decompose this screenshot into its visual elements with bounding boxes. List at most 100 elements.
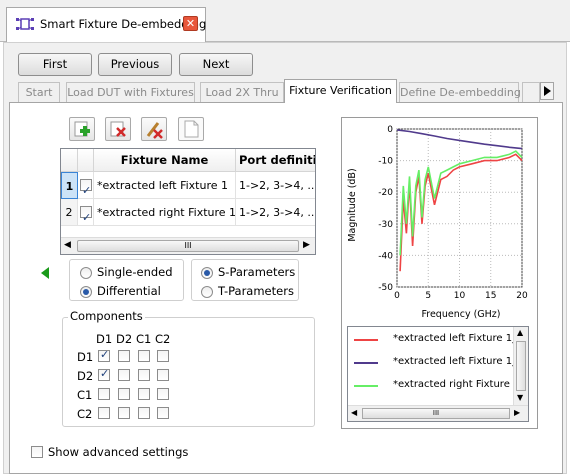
remove-fixture-button[interactable] bbox=[105, 117, 131, 141]
x-tick-label: 15 bbox=[485, 291, 496, 301]
component-checkbox-d1-d1[interactable] bbox=[98, 348, 110, 362]
table-cell-port-definition[interactable]: 1->2, 3->4, .... bbox=[236, 172, 315, 199]
fixture-icon bbox=[16, 18, 34, 30]
scroll-thumb[interactable]: III bbox=[77, 240, 299, 252]
add-fixture-button[interactable] bbox=[69, 117, 95, 141]
table-cell-port-definition[interactable]: 1->2, 3->4, .... bbox=[236, 199, 315, 226]
component-checkbox-c1-d2[interactable] bbox=[118, 388, 130, 400]
tab-scroll-right-button[interactable] bbox=[540, 82, 554, 100]
collapse-arrow-icon[interactable] bbox=[40, 266, 50, 280]
legend-vertical-scrollbar[interactable]: ▲ ▼ bbox=[513, 327, 528, 405]
component-col-label: C2 bbox=[155, 332, 171, 346]
x-tick-label: 20 bbox=[516, 291, 528, 301]
previous-button-label: Previous bbox=[110, 57, 160, 71]
y-tick-label: -30 bbox=[378, 220, 393, 230]
document-tab-title: Smart Fixture De-embedding bbox=[40, 17, 207, 31]
s-parameters-radio[interactable] bbox=[201, 267, 213, 279]
legend-item[interactable]: *extracted left Fixture 1_SD bbox=[348, 353, 513, 375]
parameter-type-group: S-Parameters T-Parameters bbox=[191, 259, 299, 301]
t-parameters-radio[interactable] bbox=[201, 286, 213, 298]
remove-fixture-icon bbox=[110, 121, 126, 137]
component-checkbox-c1-d1[interactable] bbox=[98, 388, 110, 400]
single-ended-label: Single-ended bbox=[97, 265, 173, 279]
component-row-label: C1 bbox=[77, 388, 93, 402]
component-checkbox-d2-c2[interactable] bbox=[157, 369, 169, 381]
table-cell-fixture-name[interactable]: *extracted left Fixture 1 bbox=[94, 172, 236, 199]
tab-define-de-embedding[interactable]: Define De-embedding bbox=[399, 82, 521, 102]
component-checkbox-c2-d2[interactable] bbox=[118, 407, 130, 419]
scroll-left-icon[interactable]: ◀ bbox=[351, 408, 357, 417]
legend-scroll-hthumb[interactable]: III bbox=[362, 408, 510, 419]
component-checkbox-d2-d1[interactable] bbox=[98, 367, 110, 381]
close-icon[interactable]: ✕ bbox=[183, 16, 198, 31]
first-button-label: First bbox=[42, 57, 68, 71]
y-tick-label: 0 bbox=[387, 125, 393, 135]
component-checkbox-d2-c1[interactable] bbox=[138, 369, 150, 381]
table-corner bbox=[61, 149, 78, 172]
component-checkbox-d2-d2[interactable] bbox=[118, 369, 130, 381]
legend-swatch bbox=[354, 385, 378, 387]
table-horizontal-scrollbar[interactable]: ◀ III ▶ bbox=[61, 237, 315, 254]
row-checkbox[interactable] bbox=[80, 204, 92, 225]
tab-overflow bbox=[522, 82, 540, 102]
row-checkbox[interactable] bbox=[80, 177, 92, 198]
legend-horizontal-scrollbar[interactable]: ◀ III ▶ bbox=[348, 405, 528, 421]
legend-item[interactable]: *extracted left Fixture 1_SD bbox=[348, 330, 513, 352]
legend-label: *extracted left Fixture 1_SD bbox=[393, 356, 513, 367]
single-ended-radio[interactable] bbox=[80, 267, 92, 279]
component-checkbox-c2-d1[interactable] bbox=[98, 407, 110, 419]
y-axis-label: Magnitude (dB) bbox=[347, 168, 358, 241]
table-row-header[interactable]: 1 bbox=[61, 172, 78, 199]
legend-swatch bbox=[354, 362, 378, 364]
table-cell-fixture-name[interactable]: *extracted right Fixture 1 bbox=[94, 199, 236, 226]
chart-gridlines bbox=[396, 128, 523, 288]
table-header-fixture-name[interactable]: Fixture Name bbox=[94, 149, 236, 172]
legend-label: *extracted right Fixture 1_ bbox=[393, 379, 513, 390]
component-checkbox-c2-c1[interactable] bbox=[138, 407, 150, 419]
document-button[interactable] bbox=[178, 117, 204, 141]
scroll-up-icon[interactable]: ▲ bbox=[517, 328, 523, 337]
tab-load-dut[interactable]: Load DUT with Fixtures bbox=[66, 82, 195, 102]
component-row-label: C2 bbox=[77, 407, 93, 421]
component-col-label: C1 bbox=[136, 332, 152, 346]
component-checkbox-c1-c1[interactable] bbox=[138, 388, 150, 400]
tab-fixture-verification[interactable]: Fixture Verification bbox=[284, 79, 397, 103]
component-row-label: D1 bbox=[77, 350, 94, 364]
component-checkbox-c1-c2[interactable] bbox=[157, 388, 169, 400]
y-tick-label: -20 bbox=[378, 188, 393, 198]
scroll-left-icon[interactable]: ◀ bbox=[64, 240, 71, 250]
next-button[interactable]: Next bbox=[179, 53, 253, 76]
scroll-down-icon[interactable]: ▼ bbox=[517, 393, 523, 402]
document-tab[interactable]: Smart Fixture De-embedding ✕ bbox=[6, 7, 206, 43]
tab-load-2x-thru[interactable]: Load 2X Thru bbox=[200, 82, 284, 102]
s-parameters-label: S-Parameters bbox=[218, 265, 296, 279]
magnitude-chart[interactable]: 0 5 10 15 20 0 -10 -20 -30 -40 -50 Frequency (GHz)… bbox=[341, 117, 538, 323]
previous-button[interactable]: Previous bbox=[98, 53, 172, 76]
fixture-table: Fixture Name Port definitio 1 *extracted… bbox=[60, 148, 316, 255]
scroll-right-icon[interactable]: ▶ bbox=[303, 240, 310, 250]
table-row-check-cell bbox=[78, 199, 94, 226]
component-checkbox-d1-c1[interactable] bbox=[138, 350, 150, 362]
differential-label: Differential bbox=[97, 284, 161, 298]
x-tick-label: 5 bbox=[425, 291, 431, 301]
table-header-check bbox=[78, 149, 94, 172]
port-mode-group: Single-ended Differential bbox=[69, 259, 184, 301]
component-checkbox-d1-d2[interactable] bbox=[118, 350, 130, 362]
component-checkbox-c2-c2[interactable] bbox=[157, 407, 169, 419]
clear-fixtures-button[interactable] bbox=[141, 117, 167, 141]
legend-item[interactable]: *extracted right Fixture 1_ bbox=[348, 376, 513, 398]
legend-label: *extracted left Fixture 1_SD bbox=[393, 333, 513, 344]
show-advanced-checkbox[interactable] bbox=[31, 446, 43, 458]
table-header-port-definition[interactable]: Port definitio bbox=[236, 149, 315, 172]
next-button-label: Next bbox=[202, 57, 230, 71]
tab-start[interactable]: Start bbox=[18, 82, 60, 102]
differential-radio[interactable] bbox=[80, 286, 92, 298]
component-col-label: D2 bbox=[116, 332, 133, 346]
legend-swatch bbox=[354, 339, 378, 341]
first-button[interactable]: First bbox=[18, 53, 92, 76]
scroll-right-icon[interactable]: ▶ bbox=[514, 408, 520, 417]
component-checkbox-d1-c2[interactable] bbox=[157, 350, 169, 362]
table-row-check-cell bbox=[78, 172, 94, 199]
legend-scroll-thumb[interactable] bbox=[516, 341, 526, 391]
table-row-header[interactable]: 2 bbox=[61, 199, 78, 226]
